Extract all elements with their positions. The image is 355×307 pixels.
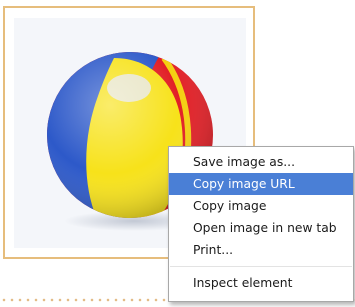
page-canvas: Save image as... Copy image URL Copy ima…	[0, 0, 355, 307]
menu-item-copy-image-url[interactable]: Copy image URL	[169, 173, 353, 195]
menu-item-save-image-as[interactable]: Save image as...	[169, 151, 353, 173]
context-menu: Save image as... Copy image URL Copy ima…	[168, 146, 354, 302]
menu-item-copy-image[interactable]: Copy image	[169, 195, 353, 217]
menu-item-inspect-element[interactable]: Inspect element	[169, 272, 353, 294]
menu-item-print[interactable]: Print...	[169, 239, 353, 261]
menu-item-open-image-in-new-tab[interactable]: Open image in new tab	[169, 217, 353, 239]
menu-separator	[170, 266, 352, 267]
